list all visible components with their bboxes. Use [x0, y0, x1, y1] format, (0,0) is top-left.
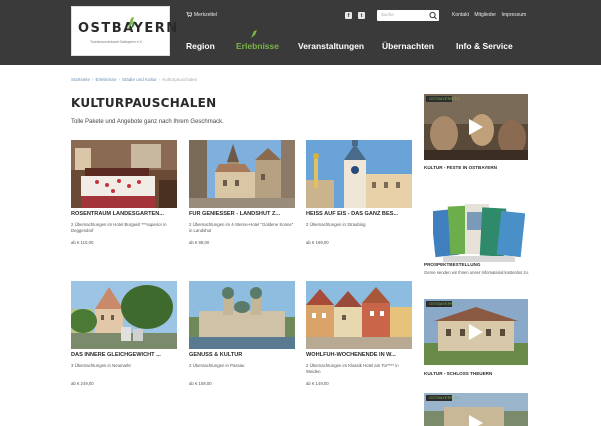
offer-title[interactable]: ROSENTRAUM LANDESGARTEN... — [71, 211, 181, 217]
offer-price: ab € 110,00 — [71, 240, 94, 245]
offer-title[interactable]: DAS INNERE GLEICHGEWICHT ... — [71, 352, 181, 358]
site-header: OSTBAYERN Tourismusverband Ostbayern e.V… — [0, 0, 601, 65]
search-field[interactable]: Suche — [377, 10, 439, 21]
twitter-icon[interactable]: t — [358, 12, 365, 19]
top-bar: Merkzettel f t Suche Kontakt Mitglieder … — [180, 10, 540, 22]
offer-description: 2 Übernachtungen im Klassik Hotel am Tor… — [306, 363, 399, 374]
offer-image-landshut-old-town[interactable] — [189, 140, 295, 208]
brochure-image[interactable] — [433, 200, 525, 262]
facebook-icon[interactable]: f — [345, 12, 352, 19]
nav-item-uebernachten[interactable]: Übernachten — [382, 41, 434, 51]
top-links: Kontakt Mitglieder Impressum — [452, 12, 530, 18]
offer-title[interactable]: WOHLFÜH-WOCHENENDE IN W... — [306, 352, 416, 358]
video-badge-label: OSTBAYERN TV — [429, 96, 460, 101]
video-caption[interactable]: KULTUR - FESTE IN OSTBAYERN — [424, 165, 497, 170]
offer-price: ab € 159,00 — [189, 381, 212, 386]
offer-description: 3 Übernachtungen in Neumarkt — [71, 363, 131, 368]
offer-title[interactable]: FÜR GENIESSER - LANDSHUT Z... — [189, 211, 299, 217]
offer-image-weiden-market[interactable] — [306, 281, 412, 349]
offer-card[interactable]: FÜR GENIESSER - LANDSHUT Z... 2 Übernach… — [189, 140, 295, 250]
leaf-icon — [251, 30, 257, 38]
video-badge-label: OSTBAYERN TV — [429, 301, 460, 306]
offer-price: ab € 98,00 — [189, 240, 210, 245]
play-icon[interactable] — [469, 415, 483, 426]
video-badge: OSTBAYERN TV — [426, 301, 460, 307]
search-placeholder: Suche — [381, 12, 394, 17]
nav-item-erlebnisse[interactable]: Erlebnisse — [236, 41, 279, 51]
offer-image-town-square[interactable] — [71, 281, 177, 349]
video-badge: OSTBAYERN TV — [426, 96, 460, 102]
offer-card[interactable]: DAS INNERE GLEICHGEWICHT ... 3 Übernacht… — [71, 281, 177, 391]
video-badge-label: OSTBAYERN TV — [429, 395, 460, 400]
brochure-text: Gerne senden wir Ihnen unser Infomateria… — [424, 270, 529, 275]
main-navigation: Region Erlebnisse Veranstaltungen Überna… — [172, 30, 572, 56]
video-badge: OSTBAYERN TV — [426, 395, 460, 401]
page-subtitle: Tolle Pakete und Angebote ganz nach Ihre… — [71, 119, 224, 125]
nav-item-veranstaltungen[interactable]: Veranstaltungen — [298, 41, 364, 51]
video-caption[interactable]: KULTUR - SCHLOSS THEUERN — [424, 371, 492, 376]
offer-card[interactable]: WOHLFÜH-WOCHENENDE IN W... 2 Übernachtun… — [306, 281, 412, 391]
search-icon[interactable] — [427, 10, 439, 21]
offer-price: ab € 249,00 — [71, 381, 94, 386]
offer-card[interactable]: GENUSS & KULTUR 2 Übernachtungen in Pass… — [189, 281, 295, 391]
logo-leaf-icon — [128, 17, 135, 29]
play-icon[interactable] — [469, 119, 483, 135]
play-icon[interactable] — [469, 324, 483, 340]
breadcrumb-item[interactable]: Städte und Kultur — [122, 77, 157, 82]
offer-description: 2 Übernachtungen in Straubing — [306, 222, 366, 227]
page: OSTBAYERN Tourismusverband Ostbayern e.V… — [0, 0, 601, 426]
breadcrumb: Startseite › Erlebnisse › Städte und Kultur ›… — [71, 77, 198, 82]
video-player[interactable]: OSTBAYERN TV — [424, 393, 528, 426]
merkzettel-link[interactable]: Merkzettel — [186, 12, 217, 18]
video-player[interactable]: OSTBAYERN TV — [424, 299, 528, 365]
offer-description: 2 Übernachtungen in Passau — [189, 363, 245, 368]
nav-item-info-service[interactable]: Info & Service — [456, 41, 513, 51]
offer-image-straubing-tower[interactable] — [306, 140, 412, 208]
offer-card[interactable]: HEISS AUF EIS - DAS GANZ BES... 2 Überna… — [306, 140, 412, 250]
offer-title[interactable]: HEISS AUF EIS - DAS GANZ BES... — [306, 211, 416, 217]
page-title: KULTURPAUSCHALEN — [71, 96, 217, 110]
merkzettel-label: Merkzettel — [194, 12, 218, 18]
breadcrumb-item[interactable]: Startseite — [71, 77, 90, 82]
offer-price: ab € 149,00 — [306, 381, 329, 386]
breadcrumb-item[interactable]: Erlebnisse — [96, 77, 117, 82]
site-logo[interactable]: OSTBAYERN Tourismusverband Ostbayern e.V… — [71, 6, 177, 56]
offer-card[interactable]: ROSENTRAUM LANDESGARTEN... 2 Übernachtun… — [71, 140, 177, 250]
top-link-mitglieder[interactable]: Mitglieder — [474, 12, 496, 18]
offer-price: ab € 169,00 — [306, 240, 329, 245]
offer-description: 2 Übernachtungen im 4-Sterne-Hotel "Gold… — [189, 222, 294, 233]
top-link-impressum[interactable]: Impressum — [501, 12, 526, 18]
offer-image-hotel-room[interactable] — [71, 140, 177, 208]
offer-title[interactable]: GENUSS & KULTUR — [189, 352, 299, 358]
cart-icon — [186, 12, 192, 18]
brochure-caption[interactable]: PROSPEKTBESTELLUNG — [424, 262, 480, 267]
nav-item-region[interactable]: Region — [186, 41, 215, 51]
offer-image-passau-cathedral[interactable] — [189, 281, 295, 349]
logo-subtitle: Tourismusverband Ostbayern e.V. — [90, 40, 143, 44]
top-link-kontakt[interactable]: Kontakt — [452, 12, 469, 18]
offer-description: 2 Übernachtungen im Hotel Burgwirt ***su… — [71, 222, 167, 233]
video-player[interactable]: OSTBAYERN TV — [424, 94, 528, 160]
breadcrumb-current: Kulturpauschalen — [162, 77, 198, 82]
